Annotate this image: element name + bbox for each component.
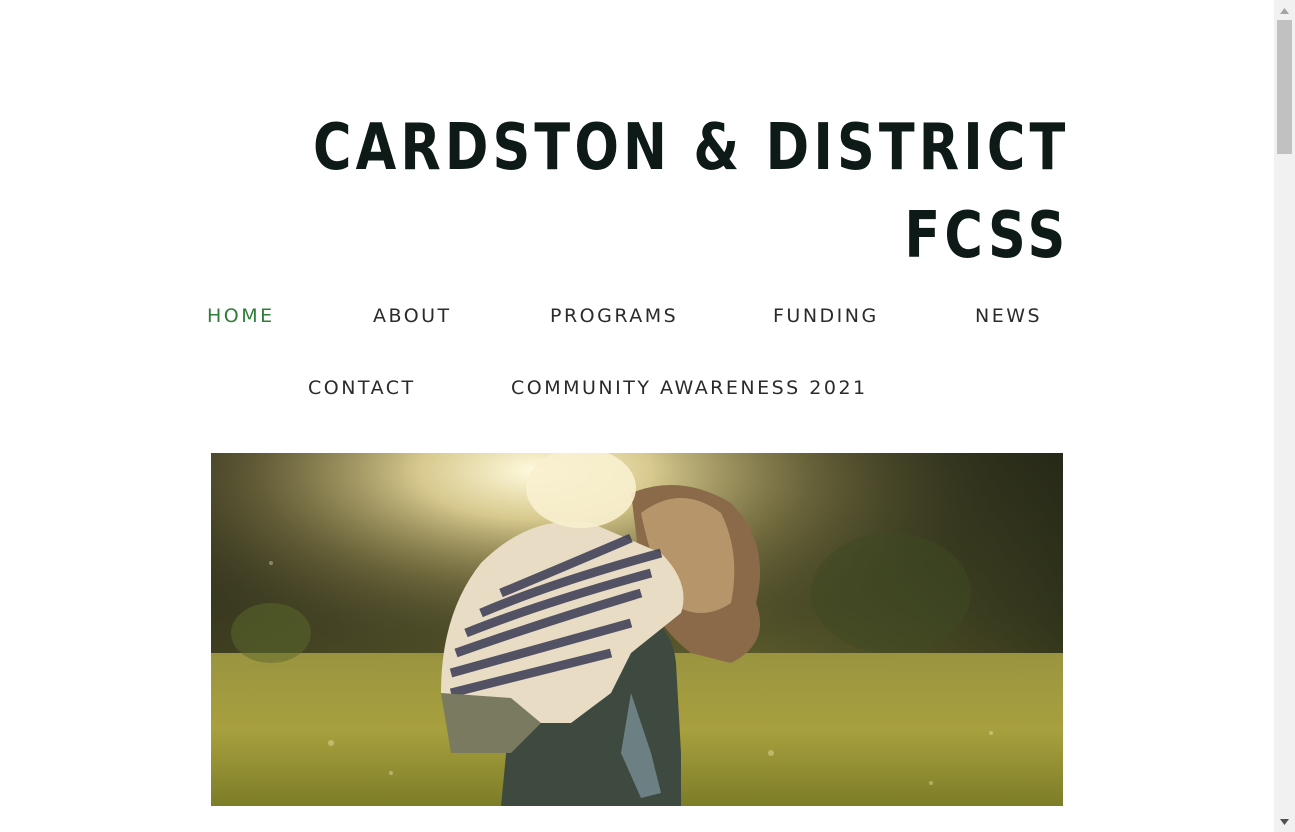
- hero-image: [211, 453, 1063, 806]
- nav-community-awareness-2021[interactable]: COMMUNITY AWARENESS 2021: [511, 376, 868, 400]
- scroll-down-icon[interactable]: [1274, 813, 1295, 830]
- nav-programs[interactable]: PROGRAMS: [550, 304, 678, 328]
- scroll-up-icon[interactable]: [1274, 2, 1295, 19]
- nav-contact[interactable]: CONTACT: [308, 376, 416, 400]
- nav-home[interactable]: HOME: [207, 304, 275, 328]
- nav-funding[interactable]: FUNDING: [773, 304, 879, 328]
- nav-about[interactable]: ABOUT: [373, 304, 452, 328]
- scroll-thumb[interactable]: [1277, 20, 1292, 154]
- site-title-line-2: FCSS: [904, 199, 1069, 273]
- nav-news[interactable]: NEWS: [975, 304, 1042, 328]
- site-title[interactable]: CARDSTON & DISTRICT FCSS: [313, 104, 1069, 280]
- site-title-line-1: CARDSTON & DISTRICT: [312, 111, 1069, 185]
- page-scrollbar[interactable]: [1274, 0, 1295, 832]
- page: CARDSTON & DISTRICT FCSS HOME ABOUT PROG…: [0, 0, 1274, 832]
